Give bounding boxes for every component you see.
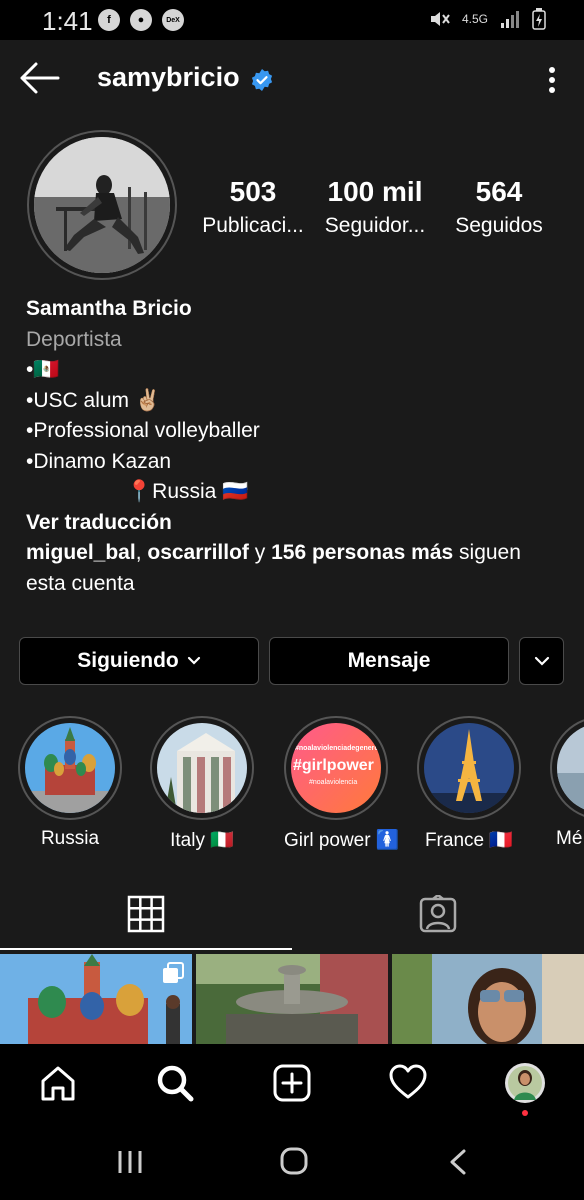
tab-grid[interactable] xyxy=(0,876,292,952)
status-notification-icons: f ● DeX xyxy=(98,9,184,31)
stat-value: 503 xyxy=(229,176,277,207)
highlight-label: Italy 🇮🇹 xyxy=(170,830,234,851)
bio-line: •🇲🇽 xyxy=(26,358,60,381)
add-post-icon xyxy=(273,1064,311,1102)
profile-stats: 503 Publicaci... 100 mil Seguidor... 564… xyxy=(200,176,560,238)
post-thumbnail[interactable] xyxy=(196,954,388,1044)
highlight-label: Mé xyxy=(556,828,583,849)
heart-icon xyxy=(389,1064,427,1099)
bio-line: 📍Russia 🇷🇺 xyxy=(126,480,249,503)
profile-screen: samybricio 503 Publicaci... 100 mil Segu… xyxy=(0,40,584,1044)
network-label: 4.5G xyxy=(461,12,488,26)
display-name: Samantha Bricio xyxy=(26,297,192,320)
battery-icon xyxy=(532,8,546,30)
status-bar: 1:41 f ● DeX 4.5G xyxy=(0,0,584,40)
chevron-down-icon xyxy=(187,656,200,665)
system-back-icon[interactable] xyxy=(446,1148,470,1176)
notification-dot xyxy=(522,1110,528,1116)
stat-label: Seguidos xyxy=(455,214,543,237)
active-tab-indicator xyxy=(0,948,292,950)
facebook-icon: f xyxy=(98,9,120,31)
search-icon xyxy=(157,1065,194,1102)
stat-value: 564 xyxy=(475,176,523,207)
profile-avatar-icon xyxy=(505,1063,545,1103)
recent-apps-icon[interactable] xyxy=(116,1148,144,1176)
dex-icon: DeX xyxy=(162,9,184,31)
followed-by[interactable]: miguel_bal, oscarrillof y 156 personas m… xyxy=(26,538,566,569)
bio-line: •Professional volleyballer xyxy=(26,419,260,442)
stat-following[interactable]: 564 Seguidos xyxy=(440,176,558,238)
post-thumbnail[interactable] xyxy=(0,954,192,1044)
profile-bio: Samantha Bricio Deportista •🇲🇽 •USC alum… xyxy=(26,294,566,599)
highlight-girl-power[interactable]: #noalaviolenciadegenero #girlpower #noal… xyxy=(284,716,400,852)
following-button[interactable]: Siguiendo xyxy=(19,637,259,685)
highlight-italy[interactable]: Italy 🇮🇹 xyxy=(150,716,254,852)
following-label: Siguiendo xyxy=(77,649,179,672)
followers-more[interactable]: 156 personas más xyxy=(271,541,453,564)
highlight-label: Russia xyxy=(40,828,100,849)
story-highlights: Russia Italy 🇮🇹 #noalaviolenciadegenero … xyxy=(0,716,584,876)
see-translation-link[interactable]: Ver traducción xyxy=(26,508,566,539)
notification-app-icon: ● xyxy=(130,9,152,31)
mute-icon xyxy=(430,12,450,26)
back-arrow-icon[interactable] xyxy=(18,60,60,96)
nav-home[interactable] xyxy=(37,1062,79,1104)
nav-activity[interactable] xyxy=(387,1062,429,1104)
bio-line: •USC alum ✌🏼 xyxy=(26,388,162,412)
follower-username[interactable]: miguel_bal xyxy=(26,541,136,564)
home-button-icon[interactable] xyxy=(279,1146,309,1176)
system-navigation-bar xyxy=(0,1122,584,1200)
profile-category: Deportista xyxy=(26,327,122,351)
stat-followers[interactable]: 100 mil Seguidor... xyxy=(316,176,434,238)
top-bar: samybricio xyxy=(0,40,584,118)
more-options-icon[interactable] xyxy=(540,64,564,96)
profile-avatar[interactable] xyxy=(27,130,177,280)
follower-username[interactable]: oscarrillof xyxy=(147,541,249,564)
post-thumbnail[interactable] xyxy=(392,954,584,1044)
message-label: Mensaje xyxy=(347,649,431,672)
highlight-cover: #noalaviolenciadegenero #girlpower #noal… xyxy=(291,723,381,813)
tagged-person-icon xyxy=(419,895,457,933)
status-right-icons: 4.5G xyxy=(428,8,546,30)
highlight-cover xyxy=(557,723,584,813)
nav-create[interactable] xyxy=(271,1062,313,1104)
stat-label: Seguidor... xyxy=(324,214,426,237)
highlight-label: France 🇫🇷 xyxy=(424,830,514,851)
status-time: 1:41 xyxy=(42,6,93,36)
highlight-france[interactable]: France 🇫🇷 xyxy=(417,716,521,852)
home-icon xyxy=(41,1066,75,1101)
nav-search[interactable] xyxy=(154,1062,196,1104)
stat-label: Publicaci... xyxy=(202,214,304,237)
tab-tagged[interactable] xyxy=(292,876,584,952)
profile-tabs xyxy=(0,876,584,952)
grid-icon xyxy=(127,895,165,933)
suggestions-button[interactable] xyxy=(519,637,564,685)
highlight-cover xyxy=(157,723,247,813)
highlight-cover xyxy=(424,723,514,813)
message-button[interactable]: Mensaje xyxy=(269,637,509,685)
highlight-cover xyxy=(25,723,115,813)
highlight-russia[interactable]: Russia xyxy=(18,716,122,850)
followed-by-suffix: esta cuenta xyxy=(26,571,135,595)
highlight-label: Girl power 🚺 xyxy=(284,830,400,851)
multiple-photos-icon xyxy=(163,962,184,983)
nav-profile[interactable] xyxy=(504,1062,546,1104)
bottom-navigation xyxy=(0,1044,584,1122)
stat-value: 100 mil xyxy=(327,176,423,207)
stat-posts[interactable]: 503 Publicaci... xyxy=(192,176,314,238)
signal-icon xyxy=(501,11,519,28)
verified-badge-icon xyxy=(251,69,273,91)
chevron-down-icon xyxy=(534,656,549,666)
username: samybricio xyxy=(97,62,240,92)
avatar-image xyxy=(34,137,170,273)
bio-line: •Dinamo Kazan xyxy=(26,449,172,473)
highlight-mexico[interactable]: Mé xyxy=(550,716,584,850)
posts-grid xyxy=(0,954,584,1044)
